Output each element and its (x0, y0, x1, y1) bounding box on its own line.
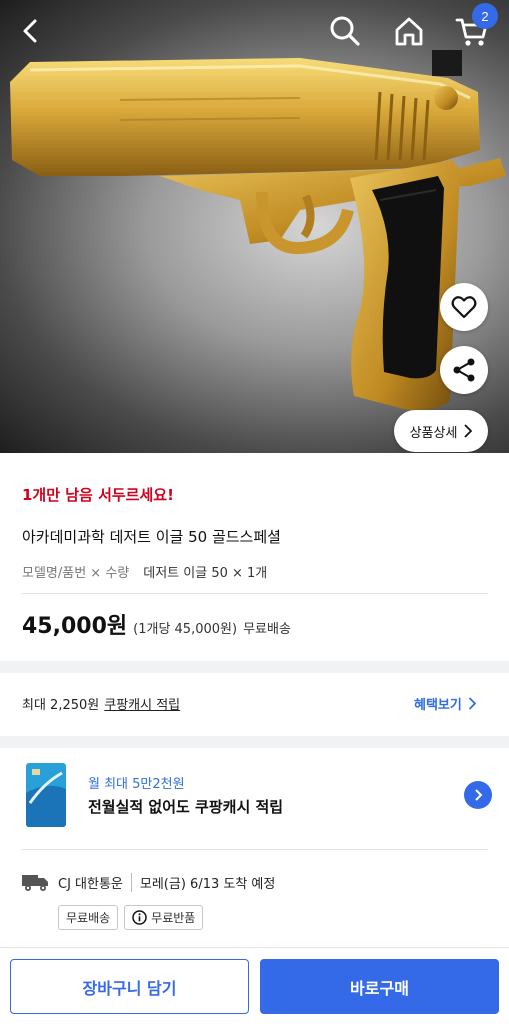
credit-card-icon (26, 763, 66, 827)
bottom-action-bar: 장바구니 담기 바로구매 (0, 947, 509, 1024)
shipping-fee: 무료배송 (243, 622, 291, 637)
free-return-tag[interactable]: 무료반품 (124, 905, 204, 930)
share-icon (453, 358, 475, 382)
divider (22, 849, 488, 850)
stock-warning: 1개만 남음 서두르세요! (22, 486, 174, 504)
info-icon (132, 910, 147, 925)
chevron-right-icon (464, 424, 473, 438)
add-to-cart-button[interactable]: 장바구니 담기 (10, 959, 249, 1014)
carrier-name: CJ 대한통운 (58, 872, 132, 892)
reward-row: 최대 2,250원 쿠팡캐시 적립 (22, 694, 180, 713)
free-shipping-tag: 무료배송 (58, 905, 119, 930)
product-image[interactable]: 2 상품상세 (0, 0, 509, 453)
share-button[interactable] (440, 346, 488, 394)
model-value: 데저트 이글 50 × 1개 (143, 566, 268, 581)
product-title: 아카데미과학 데저트 이글 50 골드스페셜 (22, 528, 281, 546)
search-icon (330, 16, 360, 46)
buy-now-button[interactable]: 바로구매 (260, 959, 499, 1014)
unit-price: (1개당 45,000원) (133, 622, 238, 637)
promo-arrow-button[interactable] (464, 781, 492, 809)
promo-subtitle: 월 최대 5만2천원 (88, 777, 185, 792)
heart-icon (451, 296, 477, 319)
chevron-left-icon (23, 19, 37, 43)
section-divider (0, 661, 509, 673)
top-navigation: 2 (0, 0, 509, 62)
chevron-right-icon (468, 697, 476, 710)
pistol-illustration (10, 50, 506, 411)
truck-icon (22, 875, 48, 891)
reward-amount: 최대 2,250원 (22, 698, 100, 713)
benefit-view-link[interactable]: 혜택보기 (414, 694, 476, 713)
free-shipping-label: 무료배송 (66, 911, 111, 925)
promo-title[interactable]: 전월실적 없어도 쿠팡캐시 적립 (88, 796, 283, 817)
chevron-right-icon (475, 789, 483, 801)
divider (22, 593, 488, 594)
product-detail-button[interactable]: 상품상세 (394, 410, 488, 452)
product-detail-label: 상품상세 (409, 425, 458, 441)
coupang-cash-link[interactable]: 쿠팡캐시 적립 (104, 694, 180, 713)
model-label: 모델명/품번 × 수량 (22, 566, 130, 581)
delivery-info: CJ 대한통운 모레(금) 6/13 도착 예정 (22, 872, 275, 892)
section-divider (0, 736, 509, 748)
free-return-label: 무료반품 (151, 911, 196, 925)
search-button[interactable] (322, 8, 368, 54)
home-button[interactable] (386, 8, 432, 54)
model-option-row[interactable]: 모델명/품번 × 수량 데저트 이글 50 × 1개 (22, 562, 267, 581)
cart-count-badge: 2 (472, 3, 498, 29)
price: 45,000원 (22, 614, 128, 639)
back-button[interactable] (8, 8, 54, 54)
home-icon (395, 17, 423, 46)
delivery-tags: 무료배송 무료반품 (58, 905, 204, 930)
favorite-button[interactable] (440, 283, 488, 331)
delivery-date: 모레(금) 6/13 도착 예정 (139, 876, 276, 892)
benefit-view-label: 혜택보기 (414, 698, 462, 713)
price-row: 45,000원 (1개당 45,000원) 무료배송 (22, 608, 291, 640)
